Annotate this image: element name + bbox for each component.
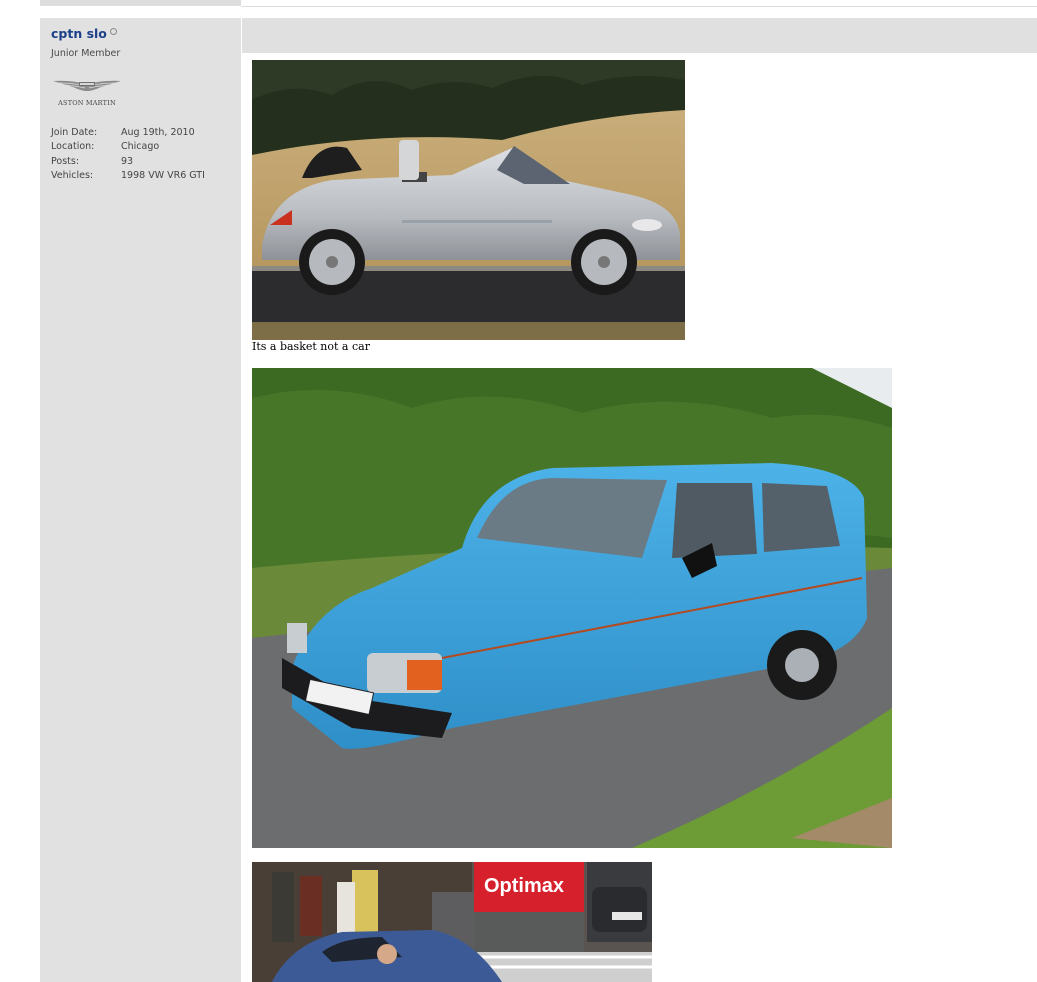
detail-label: Vehicles:: [51, 170, 94, 182]
user-info-sidebar: cptn slo Junior Member ASTON MARTIN Join…: [40, 18, 241, 982]
detail-value: 1998 VW VR6 GTI: [121, 170, 205, 182]
detail-value: 93: [121, 155, 134, 167]
post-image-1[interactable]: [252, 60, 685, 340]
detail-label: Join Date:: [51, 127, 98, 138]
detail-label: Posts:: [51, 155, 80, 167]
detail-value: Chicago: [121, 141, 160, 153]
previous-post-sidebar-edge: [40, 0, 241, 6]
optimax-station-photo: Optimax: [252, 862, 652, 982]
avatar-logo-text: ASTON MARTIN: [58, 99, 116, 107]
username-link[interactable]: cptn slo: [51, 26, 107, 41]
user-title: Junior Member: [51, 48, 121, 59]
forum-post-page: cptn slo Junior Member ASTON MARTIN Join…: [0, 0, 1037, 982]
detail-label: Location:: [51, 141, 95, 153]
post-header-bar: [242, 18, 1037, 53]
blue-reliant-three-wheeler-photo: [252, 368, 892, 848]
pt-cruiser-convertible-photo: [252, 60, 685, 340]
previous-post-divider: [241, 6, 1037, 7]
post-image-2[interactable]: [252, 368, 892, 848]
detail-posts: Posts: 93: [51, 155, 205, 169]
post-image-3[interactable]: Optimax: [252, 862, 652, 982]
offline-status-icon: [109, 28, 117, 35]
user-details: Join Date: Aug 19th, 2010 Location: Chic…: [51, 126, 205, 184]
post-caption: Its a basket not a car: [252, 340, 370, 353]
username-row: cptn slo: [51, 26, 117, 41]
detail-location: Location: Chicago: [51, 140, 205, 154]
avatar[interactable]: ASTON MARTIN: [51, 78, 123, 108]
detail-value: Aug 19th, 2010: [121, 127, 195, 138]
detail-vehicles: Vehicles: 1998 VW VR6 GTI: [51, 169, 205, 183]
detail-join-date: Join Date: Aug 19th, 2010: [51, 126, 205, 140]
optimax-sign-text: Optimax: [484, 875, 564, 897]
aston-martin-wings-icon: [53, 80, 121, 91]
